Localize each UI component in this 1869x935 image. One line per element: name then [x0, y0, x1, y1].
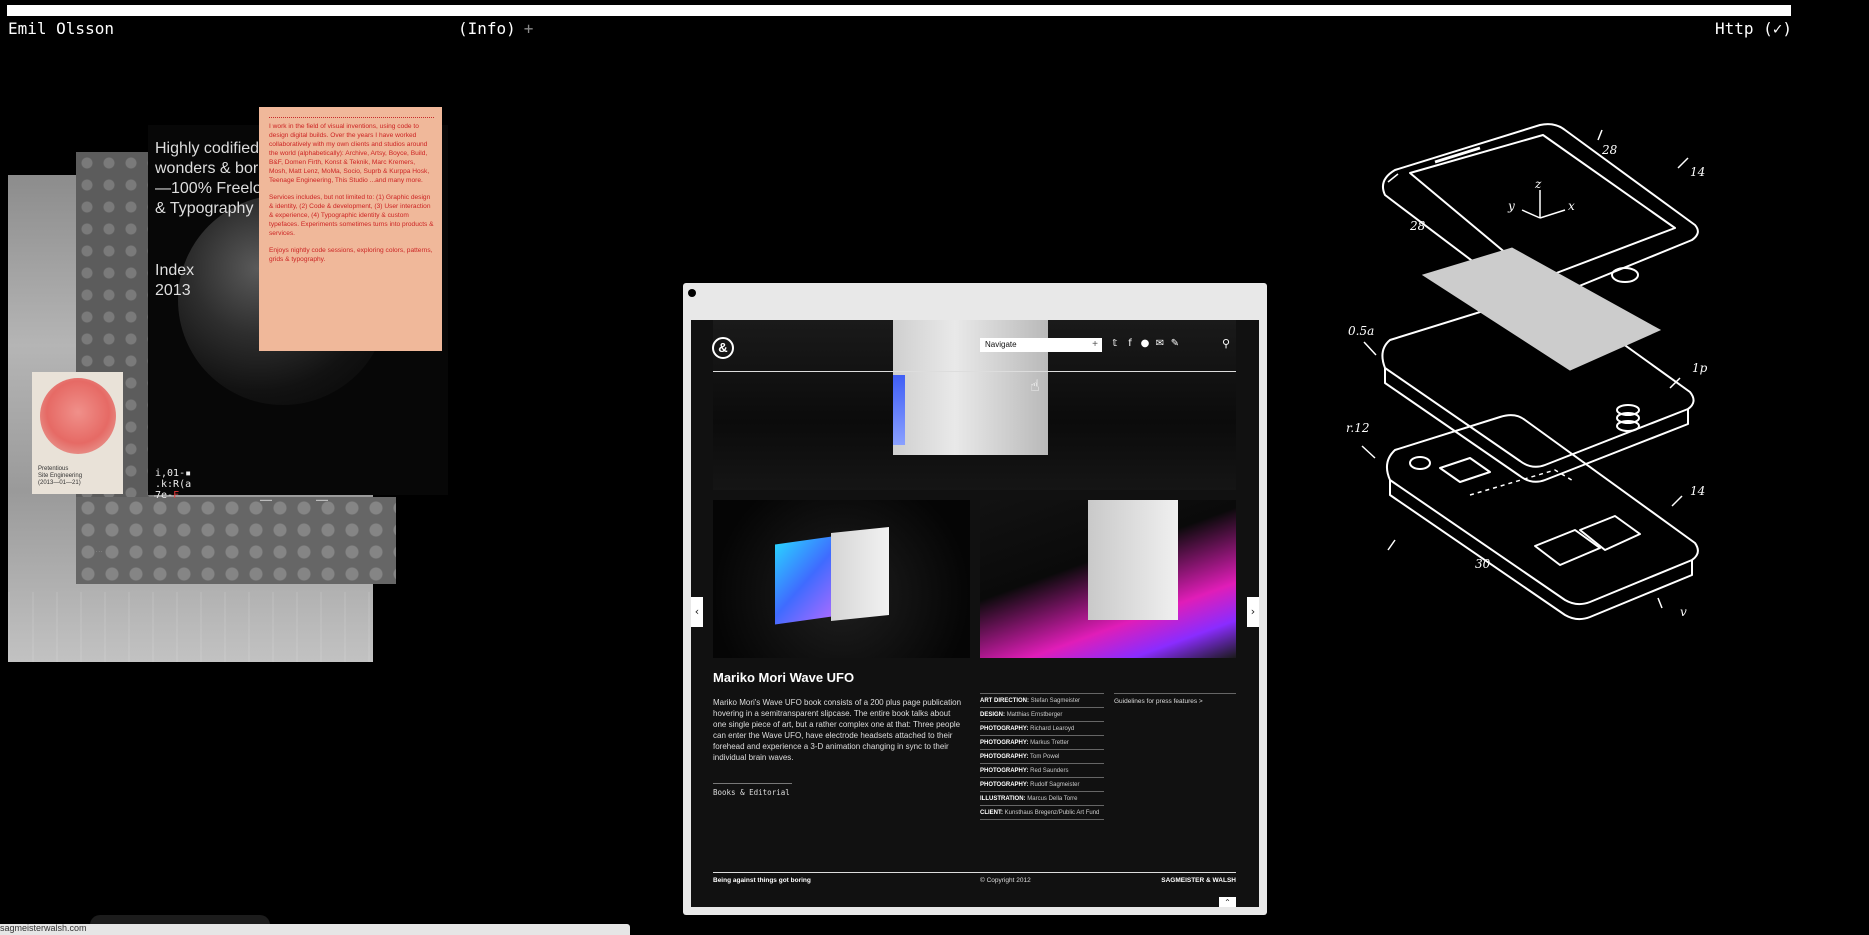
footer-copyright: © Copyright 2012	[980, 877, 1031, 884]
website-preview: & Navigate + 𝕥 f ● ✉ ✎ ⚲ ☝ ‹ › Mariko Mo…	[691, 320, 1259, 907]
close-dot-icon[interactable]	[688, 289, 696, 297]
nav-divider	[713, 371, 1236, 372]
credit-row: DESIGN: Matthias Ernstberger	[980, 707, 1104, 721]
pencil-icon[interactable]: ✎	[1169, 337, 1181, 351]
poster-circle	[40, 378, 116, 454]
label-z: z	[1534, 177, 1542, 191]
label-30: 30	[1475, 557, 1491, 571]
credit-row: PHOTOGRAPHY: Red Saunders	[980, 763, 1104, 777]
status-url: sagmeisterwalsh.com	[0, 923, 87, 933]
card-fine-print-2: ▬▬▬	[316, 497, 328, 502]
stripes-pattern	[8, 592, 373, 662]
dots-bar-fine-print: · · ·	[96, 549, 103, 554]
poster-card: Pretentious Site Engineering (2013—01—21…	[32, 372, 123, 494]
credit-row: ART DIRECTION: Stefan Sagmeister	[980, 693, 1104, 707]
label-1p: 1p	[1692, 361, 1708, 375]
credit-row: PHOTOGRAPHY: Rudolf Sagmeister	[980, 777, 1104, 791]
next-arrow-button[interactable]: ›	[1247, 597, 1259, 627]
footer-divider	[713, 872, 1236, 873]
card-index: Index 2013	[155, 261, 194, 301]
card-fine-print-1: ▬▬▬	[260, 497, 272, 502]
credit-row: PHOTOGRAPHY: Richard Learoyd	[980, 721, 1104, 735]
credit-row: CLIENT: Kunsthaus Bregenz/Public Art Fun…	[980, 805, 1104, 820]
slipcase-closeup-image	[1088, 500, 1178, 620]
credit-row: ILLUSTRATION: Marcus Della Torre	[980, 791, 1104, 805]
bio-paragraph: I work in the field of visual inventions…	[269, 123, 430, 184]
services-paragraph: Services includes, but not limited to: (…	[269, 194, 434, 237]
label-y: y	[1507, 199, 1515, 213]
hand-cursor-icon: ☝	[1030, 376, 1040, 395]
project-category-link[interactable]: Books & Editorial	[713, 783, 792, 797]
info-link[interactable]: (Info) +	[458, 19, 533, 38]
dots-bar: · · ·	[76, 497, 396, 584]
plus-icon: +	[1092, 339, 1098, 350]
search-icon[interactable]: ⚲	[1222, 337, 1230, 351]
bio-text: I work in the field of visual inventions…	[269, 122, 434, 264]
navigate-select[interactable]: Navigate +	[980, 338, 1102, 352]
project-title: Mariko Mori Wave UFO	[713, 670, 855, 685]
site-name[interactable]: Emil Olsson	[8, 19, 114, 38]
status-bar: sagmeisterwalsh.com	[0, 923, 630, 935]
prev-arrow-button[interactable]: ‹	[691, 597, 703, 627]
navigate-label: Navigate	[985, 340, 1017, 349]
label-14: 14	[1690, 165, 1705, 179]
patent-drawing[interactable]: 28 14 28 z y x 0.5a 1p r.12 14 30 v	[1340, 110, 1730, 630]
label-28: 28	[1601, 143, 1618, 157]
top-bar	[7, 5, 1791, 16]
facebook-icon[interactable]: f	[1124, 337, 1136, 351]
label-28-lower: 28	[1409, 219, 1426, 233]
info-label[interactable]: (Info)	[458, 19, 516, 38]
behance-icon[interactable]: ●	[1139, 337, 1151, 351]
browser-window: & Navigate + 𝕥 f ● ✉ ✎ ⚲ ☝ ‹ › Mariko Mo…	[683, 283, 1267, 915]
label-v: v	[1680, 605, 1687, 619]
card-headline: Highly codified wonders & bor —100% Free…	[155, 140, 262, 217]
credit-row: PHOTOGRAPHY: Tom Powel	[980, 749, 1104, 763]
footer-tagline: Being against things got boring	[713, 877, 811, 884]
index-label: Index	[155, 262, 195, 279]
back-to-top-button[interactable]: ⌃	[1219, 897, 1236, 907]
credits-list: ART DIRECTION: Stefan Sagmeister DESIGN:…	[980, 693, 1104, 820]
book-photo-right	[980, 500, 1236, 658]
white-slipcase-image	[831, 526, 889, 622]
enjoys-paragraph: Enjoys nightly code sessions, exploring …	[269, 247, 433, 263]
http-link[interactable]: Http (✓)	[1715, 19, 1792, 38]
credit-row: PHOTOGRAPHY: Markus Tretter	[980, 735, 1104, 749]
info-plus-icon[interactable]: +	[524, 19, 534, 38]
card-glyphs: i,01-▪ .k:R(a 7e-F	[155, 468, 192, 501]
slipcase-edge	[893, 375, 905, 445]
book-photo-left	[713, 500, 970, 658]
index-year: 2013	[155, 282, 191, 299]
sw-logo-icon[interactable]: &	[712, 337, 734, 359]
phone-exploded-diagram: 28 14 28 z y x 0.5a 1p r.12 14 30 v	[1346, 123, 1708, 621]
bio-card: I work in the field of visual inventions…	[259, 107, 442, 351]
dotted-rule	[269, 117, 434, 118]
twitter-icon[interactable]: 𝕥	[1109, 337, 1121, 351]
blue-book-image	[775, 535, 839, 625]
press-guidelines-link[interactable]: Guidelines for press features >	[1114, 693, 1236, 705]
label-r12: r.12	[1346, 421, 1370, 435]
label-0.5a: 0.5a	[1348, 324, 1374, 338]
footer-brand[interactable]: SAGMEISTER & WALSH	[1161, 877, 1236, 884]
poster-text: Pretentious Site Engineering (2013—01—21…	[38, 466, 83, 486]
project-description: Mariko Mori's Wave UFO book consists of …	[713, 698, 962, 762]
label-x: x	[1568, 199, 1575, 213]
portfolio-collage[interactable]: · · · Highly codified wonders & bor —100…	[8, 105, 448, 665]
label-14-lower: 14	[1690, 484, 1705, 498]
email-icon[interactable]: ✉	[1154, 337, 1166, 351]
